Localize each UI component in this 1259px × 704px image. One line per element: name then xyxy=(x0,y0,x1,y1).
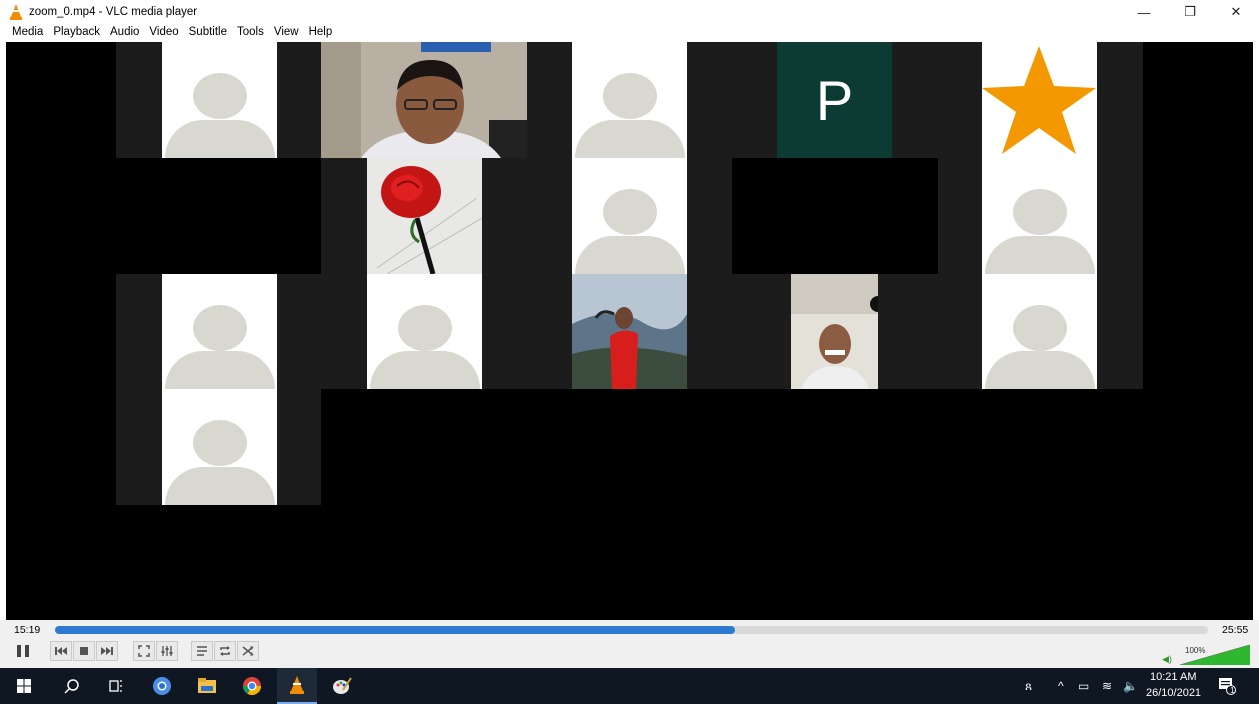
participant-video-man xyxy=(321,42,527,158)
menu-bar: Media Playback Audio Video Subtitle Tool… xyxy=(0,24,1259,42)
minimize-button[interactable]: — xyxy=(1121,0,1167,24)
taskbar-file-explorer[interactable] xyxy=(187,668,227,704)
menu-video[interactable]: Video xyxy=(144,24,183,42)
seek-progress xyxy=(55,626,736,634)
window-title: zoom_0.mp4 - VLC media player xyxy=(29,6,198,18)
notification-count: 1 xyxy=(1230,686,1235,695)
participant-video-tile[interactable] xyxy=(321,42,527,158)
chrome-icon xyxy=(153,677,171,695)
participant-video-man-2 xyxy=(791,274,878,389)
task-view-icon xyxy=(109,680,122,692)
seek-bar[interactable] xyxy=(55,626,1208,634)
next-button[interactable] xyxy=(96,641,118,661)
extended-settings-button[interactable] xyxy=(156,641,178,661)
empty-cell xyxy=(116,158,321,274)
clock-date[interactable]: 26/10/2021 xyxy=(1146,687,1201,699)
windows-start-icon xyxy=(17,679,31,693)
loop-button[interactable] xyxy=(214,641,236,661)
people-icon[interactable]: ጸ xyxy=(1025,679,1032,694)
title-bar: zoom_0.mp4 - VLC media player — ❐ ✕ xyxy=(0,0,1259,24)
taskbar-chrome-2[interactable] xyxy=(232,668,272,704)
participant-initial-tile[interactable]: P xyxy=(777,42,892,158)
windows-taskbar: ጸ ^ ▭ ≋ 🔈 10:21 AM 26/10/2021 1 xyxy=(0,668,1259,704)
playlist-button[interactable] xyxy=(191,641,213,661)
vlc-cone-icon xyxy=(10,4,22,20)
user-avatar-icon xyxy=(192,420,247,467)
restore-button[interactable]: ❐ xyxy=(1167,0,1213,24)
search-icon xyxy=(64,679,79,694)
chevron-up-icon[interactable]: ^ xyxy=(1058,679,1064,693)
shuffle-button[interactable] xyxy=(237,641,259,661)
user-avatar-icon xyxy=(1012,305,1067,352)
search-button[interactable] xyxy=(52,668,92,704)
user-avatar-icon xyxy=(192,73,247,120)
user-avatar-icon xyxy=(602,189,657,236)
fullscreen-button[interactable] xyxy=(133,641,155,661)
windows-start-button[interactable] xyxy=(4,668,44,704)
participant-avatar-tile[interactable] xyxy=(162,389,277,505)
user-avatar-icon xyxy=(602,73,657,120)
empty-cell xyxy=(732,158,938,274)
speaker-tray-icon[interactable]: 🔈 xyxy=(1123,679,1138,693)
skip-next-icon xyxy=(101,647,113,655)
file-explorer-icon xyxy=(198,678,216,693)
pause-icon xyxy=(17,645,29,657)
close-button[interactable]: ✕ xyxy=(1213,0,1259,24)
playback-controls: 15:19 25:55 ◀) 100% xyxy=(0,620,1259,668)
participant-avatar-tile[interactable] xyxy=(982,274,1097,389)
taskbar-paint[interactable] xyxy=(322,668,362,704)
taskbar-vlc[interactable] xyxy=(277,668,317,704)
volume-slider[interactable] xyxy=(1180,645,1250,665)
menu-media[interactable]: Media xyxy=(7,24,48,42)
menu-help[interactable]: Help xyxy=(304,24,338,42)
menu-view[interactable]: View xyxy=(269,24,304,42)
previous-button[interactable] xyxy=(50,641,72,661)
participant-avatar-tile[interactable] xyxy=(162,42,277,158)
current-time: 15:19 xyxy=(14,624,41,636)
video-area[interactable]: P xyxy=(6,42,1253,620)
menu-audio[interactable]: Audio xyxy=(105,24,144,42)
participant-video-tile[interactable] xyxy=(791,274,878,389)
participant-avatar-tile[interactable] xyxy=(367,274,482,389)
skip-previous-icon xyxy=(55,647,67,655)
user-avatar-icon xyxy=(192,305,247,352)
task-view-button[interactable] xyxy=(96,668,136,704)
speaker-icon[interactable]: ◀) xyxy=(1162,654,1172,665)
taskbar-chrome-1[interactable] xyxy=(142,668,182,704)
clock-time[interactable]: 10:21 AM xyxy=(1150,671,1196,683)
participant-video-woman xyxy=(572,274,687,389)
action-center-button[interactable]: 1 xyxy=(1207,668,1247,704)
pause-button[interactable] xyxy=(10,641,36,661)
user-avatar-icon xyxy=(397,305,452,352)
total-time: 25:55 xyxy=(1222,624,1249,636)
participant-avatar-tile[interactable] xyxy=(162,274,277,389)
star-icon xyxy=(982,46,1096,154)
shuffle-icon xyxy=(242,646,254,656)
menu-playback[interactable]: Playback xyxy=(48,24,105,42)
chrome-icon xyxy=(243,677,261,696)
participant-avatar-tile[interactable] xyxy=(982,158,1097,274)
menu-subtitle[interactable]: Subtitle xyxy=(184,24,232,42)
vlc-icon xyxy=(290,676,304,694)
participant-picture-tile[interactable] xyxy=(367,158,482,274)
playlist-icon xyxy=(197,646,207,656)
menu-tools[interactable]: Tools xyxy=(232,24,269,42)
participant-avatar-tile[interactable] xyxy=(572,158,687,274)
fullscreen-icon xyxy=(138,645,150,657)
user-avatar-icon xyxy=(1012,189,1067,236)
participant-video-tile[interactable] xyxy=(572,274,687,389)
loop-icon xyxy=(220,646,230,656)
paint-icon xyxy=(333,677,352,694)
participant-avatar-tile[interactable] xyxy=(572,42,687,158)
wifi-icon[interactable]: ≋ xyxy=(1102,679,1112,693)
rose-icon xyxy=(367,158,482,274)
stop-button[interactable] xyxy=(73,641,95,661)
participant-initial: P xyxy=(815,68,854,132)
stop-icon xyxy=(80,647,88,655)
equalizer-icon xyxy=(161,646,173,656)
participant-picture-tile[interactable] xyxy=(982,42,1097,158)
battery-icon[interactable]: ▭ xyxy=(1078,679,1089,693)
